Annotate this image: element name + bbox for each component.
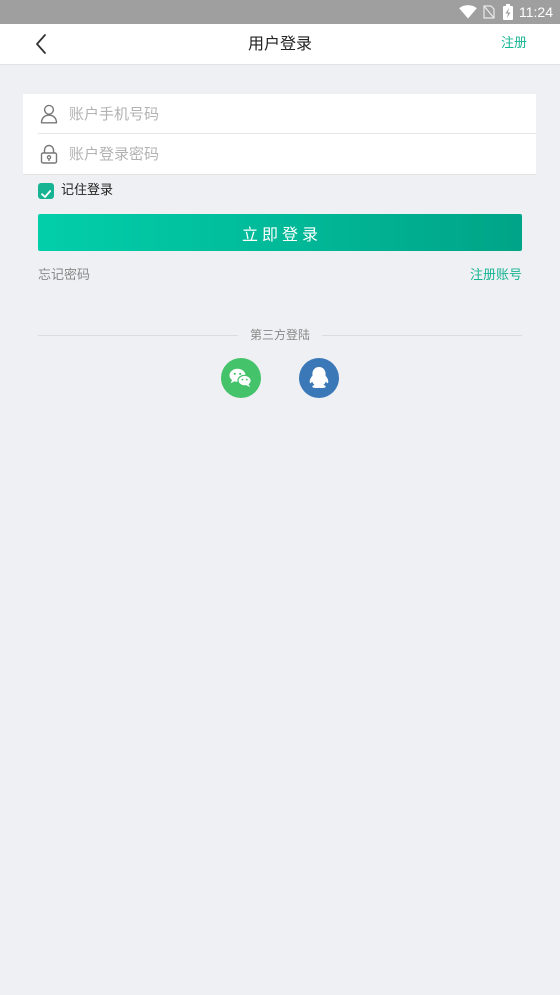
user-icon bbox=[40, 104, 58, 124]
third-party-title: 第三方登陆 bbox=[249, 328, 310, 342]
login-form bbox=[23, 94, 536, 175]
check-icon bbox=[40, 185, 52, 204]
divider-line-right bbox=[322, 335, 522, 336]
battery-charging-icon bbox=[503, 4, 513, 20]
password-input[interactable] bbox=[69, 134, 519, 174]
status-time: 11:24 bbox=[519, 4, 553, 20]
wechat-login-button[interactable] bbox=[221, 358, 261, 398]
qq-icon bbox=[299, 358, 339, 398]
phone-input[interactable] bbox=[69, 94, 519, 133]
remember-checkbox[interactable] bbox=[38, 183, 54, 199]
lock-icon bbox=[40, 144, 58, 164]
register-link[interactable]: 注册 bbox=[501, 24, 527, 64]
login-button[interactable]: 立即登录 bbox=[38, 214, 522, 251]
back-button[interactable] bbox=[28, 30, 56, 58]
qq-login-button[interactable] bbox=[299, 358, 339, 398]
chevron-left-icon bbox=[28, 30, 56, 58]
status-bar: 11:24 bbox=[0, 0, 560, 24]
divider-line-left bbox=[38, 335, 238, 336]
page-title: 用户登录 bbox=[247, 34, 312, 53]
no-sim-icon bbox=[483, 5, 495, 19]
password-row bbox=[23, 134, 536, 174]
wechat-icon bbox=[221, 358, 261, 398]
phone-row bbox=[23, 94, 536, 133]
remember-label[interactable]: 记住登录 bbox=[61, 183, 113, 199]
third-party-divider: 第三方登陆 bbox=[38, 326, 522, 344]
forgot-password-link[interactable]: 忘记密码 bbox=[38, 267, 90, 285]
app-header: 用户登录 注册 bbox=[0, 24, 560, 65]
register-account-link[interactable]: 注册账号 bbox=[470, 267, 522, 285]
wifi-icon bbox=[459, 5, 477, 19]
